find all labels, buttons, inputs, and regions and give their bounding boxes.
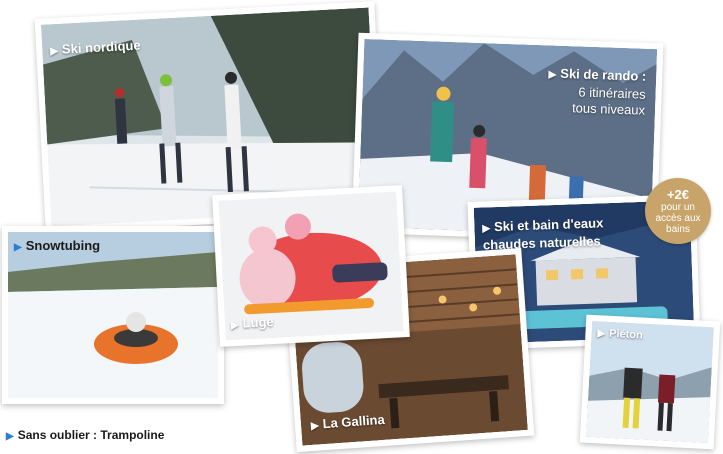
pieton-label: ▶ Piéton — [597, 327, 644, 342]
play-triangle-icon: ▶ — [597, 328, 606, 340]
luge-label: ▶ Luge — [230, 314, 275, 332]
play-triangle-icon: ▶ — [230, 319, 239, 332]
badge-line-2: accès aux — [655, 212, 701, 224]
badge-line-1: pour un — [661, 201, 695, 213]
snowtubing-image — [8, 232, 218, 398]
price-badge: +2€ pour un accès aux bains — [645, 178, 711, 244]
badge-line-3: bains — [666, 223, 690, 235]
play-triangle-icon: ▶ — [310, 420, 320, 433]
ski-rando-label: ▶ Ski de rando : 6 itinéraires tous nivea… — [548, 65, 647, 118]
snowtubing-label: ▶ Snowtubing — [14, 238, 101, 253]
card-snowtubing: ▶ Snowtubing — [2, 226, 224, 404]
play-triangle-icon: ▶ — [6, 431, 14, 442]
play-triangle-icon: ▶ — [482, 223, 491, 235]
ski-rando-subtitle-2: tous niveaux — [571, 100, 646, 118]
card-pieton: ▶ Piéton — [579, 314, 721, 450]
snowtubing-photo: ▶ Snowtubing — [8, 232, 218, 398]
badge-price: +2€ — [666, 186, 690, 202]
luge-photo: ▶ Luge — [218, 191, 404, 341]
pieton-photo: ▶ Piéton — [586, 320, 714, 444]
play-triangle-icon: ▶ — [548, 69, 557, 81]
footer-note: ▶ Sans oublier : Trampoline — [6, 428, 165, 442]
card-luge: ▶ Luge — [212, 185, 410, 347]
ski-bain-label: ▶ Ski et bain d'eaux chaudes naturelles — [482, 215, 604, 253]
play-triangle-icon: ▶ — [14, 242, 22, 253]
play-triangle-icon: ▶ — [50, 45, 59, 58]
